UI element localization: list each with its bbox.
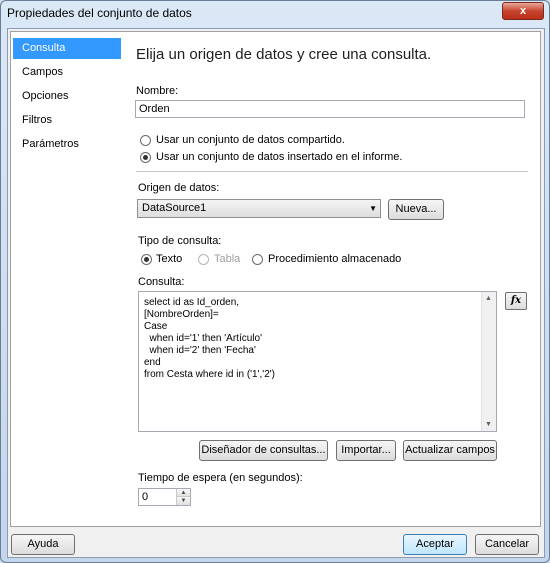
query-line: when id='2' then 'Fecha' (144, 345, 256, 356)
query-scrollbar[interactable]: ▲ ▼ (481, 292, 496, 431)
window-title: Propiedades del conjunto de datos (7, 6, 192, 20)
import-button[interactable]: Importar... (336, 440, 396, 461)
refresh-fields-button[interactable]: Actualizar campos (403, 440, 497, 461)
chevron-down-icon: ▼ (369, 204, 377, 213)
radio-embedded-dataset[interactable] (140, 152, 151, 163)
help-button[interactable]: Ayuda (11, 534, 75, 555)
cancel-button[interactable]: Cancelar (475, 534, 539, 555)
scroll-down-icon[interactable]: ▼ (485, 421, 492, 428)
query-line: select id as Id_orden, (144, 297, 240, 308)
separator (136, 171, 528, 172)
query-textarea[interactable]: select id as Id_orden, [NombreOrden]= Ca… (138, 291, 497, 432)
sidebar-item-opciones[interactable]: Opciones (13, 86, 121, 107)
expression-fx-button[interactable]: fx (505, 292, 527, 310)
sidebar: Consulta Campos Opciones Filtros Parámet… (10, 31, 127, 527)
query-line: [NombreOrden]= (144, 309, 219, 320)
new-datasource-button[interactable]: Nueva... (388, 199, 444, 220)
timeout-stepper[interactable]: 0 ▲ ▼ (138, 488, 191, 506)
radio-query-table (198, 254, 209, 265)
scroll-up-icon[interactable]: ▲ (485, 295, 492, 302)
ok-button[interactable]: Aceptar (403, 534, 467, 555)
datasource-select[interactable]: DataSource1 ▼ (137, 199, 381, 218)
sidebar-item-filtros[interactable]: Filtros (13, 110, 121, 131)
radio-query-text-label: Texto (156, 253, 183, 265)
radio-shared-dataset[interactable] (140, 135, 151, 146)
query-line: Case (144, 321, 168, 332)
timeout-label: Tiempo de espera (en segundos): (138, 472, 303, 484)
spin-down-icon[interactable]: ▼ (176, 496, 190, 505)
radio-query-table-label: Tabla (214, 253, 241, 265)
radio-embedded-label: Usar un conjunto de datos insertado en e… (156, 151, 403, 163)
name-input[interactable]: Orden (135, 100, 525, 118)
dataset-properties-dialog: Propiedades del conjunto de datos x Cons… (0, 0, 550, 563)
radio-query-text[interactable] (141, 254, 152, 265)
close-icon: x (519, 5, 527, 17)
close-button[interactable]: x (502, 2, 544, 20)
query-panel: Elija un origen de datos y cree una cons… (126, 31, 541, 527)
query-designer-button[interactable]: Diseñador de consultas... (199, 440, 328, 461)
name-label: Nombre: (136, 85, 179, 97)
datasource-value: DataSource1 (142, 202, 207, 214)
dialog-body: Consulta Campos Opciones Filtros Parámet… (7, 28, 545, 558)
timeout-value: 0 (142, 491, 149, 503)
query-label: Consulta: (138, 276, 185, 288)
page-title: Elija un origen de datos y cree una cons… (136, 46, 432, 63)
radio-query-stored-procedure[interactable] (252, 254, 263, 265)
sidebar-item-parametros[interactable]: Parámetros (13, 134, 121, 155)
sidebar-item-consulta[interactable]: Consulta (13, 38, 121, 59)
radio-query-sp-label: Procedimiento almacenado (268, 253, 402, 265)
datasource-label: Origen de datos: (138, 182, 220, 194)
query-line: end (144, 357, 161, 368)
radio-shared-label: Usar un conjunto de datos compartido. (156, 134, 345, 146)
sidebar-item-campos[interactable]: Campos (13, 62, 121, 83)
query-type-label: Tipo de consulta: (138, 235, 222, 247)
query-line: when id='1' then 'Artículo' (144, 333, 262, 344)
title-bar: Propiedades del conjunto de datos x (1, 1, 549, 25)
query-line: from Cesta where id in ('1','2') (144, 369, 276, 380)
